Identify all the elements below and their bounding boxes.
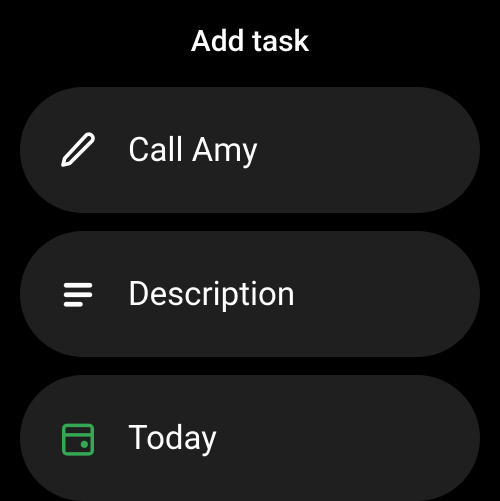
date-row[interactable]: Today [20,375,480,501]
task-form-rows: Call Amy Description Today [0,87,500,501]
task-name-label: Call Amy [128,131,258,170]
description-icon [56,272,100,316]
page-title: Add task [0,0,500,87]
task-name-row[interactable]: Call Amy [20,87,480,213]
description-label: Description [128,275,295,314]
pencil-icon [56,128,100,172]
date-label: Today [128,419,217,458]
calendar-icon [56,416,100,460]
description-row[interactable]: Description [20,231,480,357]
